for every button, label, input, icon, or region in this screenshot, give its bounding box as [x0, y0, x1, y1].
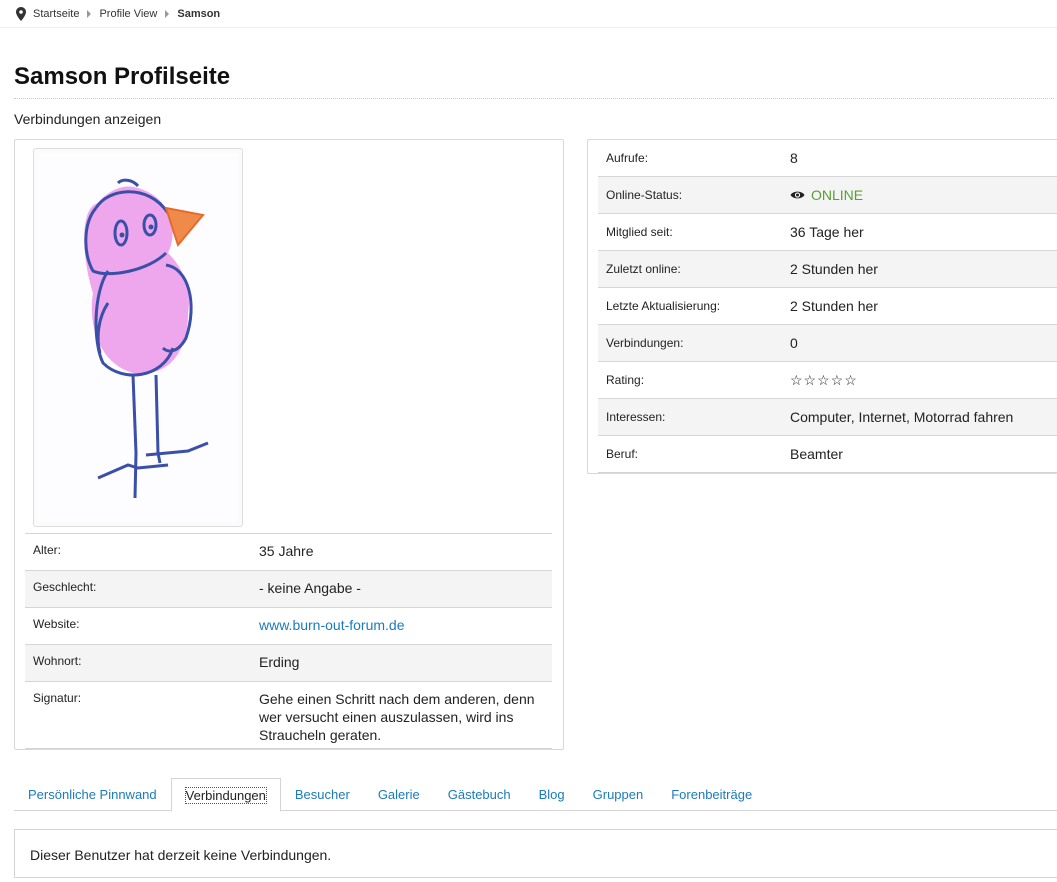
stat-value: ONLINE — [790, 176, 1057, 214]
breadcrumb-separator-icon — [165, 10, 170, 18]
top-divider — [0, 27, 1057, 28]
table-row: Geschlecht: - keine Angabe - — [25, 570, 552, 608]
tab-blog[interactable]: Blog — [525, 778, 579, 810]
tab-label: Persönliche Pinnwand — [28, 787, 157, 802]
info-value: Erding — [259, 644, 552, 682]
stat-value: 2 Stunden her — [790, 250, 1057, 288]
table-row: Letzte Aktualisierung: 2 Stunden her — [598, 287, 1057, 325]
stat-label: Rating: — [598, 361, 790, 399]
bird-drawing-icon — [84, 178, 209, 499]
tab-label: Forenbeiträge — [671, 787, 753, 802]
table-row: Aufrufe: 8 — [598, 140, 1057, 177]
breadcrumb-current: Samson — [177, 8, 221, 20]
table-row: Website: www.burn-out-forum.de — [25, 607, 552, 645]
tab-gallery[interactable]: Galerie — [364, 778, 434, 810]
table-row: Online-Status: ONLINE — [598, 176, 1057, 214]
info-value: - keine Angabe - — [259, 570, 552, 608]
eye-icon — [790, 191, 805, 199]
tab-label: Besucher — [294, 787, 350, 802]
stat-label: Zuletzt online: — [598, 250, 790, 288]
signature-text: Gehe einen Schritt nach dem anderen, den… — [259, 681, 552, 749]
breadcrumb-home[interactable]: Startseite — [33, 8, 79, 20]
avatar — [33, 148, 243, 527]
profile-info-table: Alter: 35 Jahre Geschlecht: - keine Anga… — [25, 533, 552, 749]
table-row: Verbindungen: 0 — [598, 324, 1057, 362]
table-row: Rating: ☆☆☆☆☆ — [598, 361, 1057, 399]
stat-label: Beruf: — [598, 435, 790, 473]
stat-value: Beamter — [790, 435, 1057, 473]
tab-content: Dieser Benutzer hat derzeit keine Verbin… — [14, 829, 1057, 878]
tab-groups[interactable]: Gruppen — [579, 778, 658, 810]
stat-label: Letzte Aktualisierung: — [598, 287, 790, 325]
empty-connections-message: Dieser Benutzer hat derzeit keine Verbin… — [30, 847, 332, 863]
table-row: Beruf: Beamter — [598, 435, 1057, 473]
stat-label: Aufrufe: — [598, 140, 790, 177]
table-row: Signatur: Gehe einen Schritt nach dem an… — [25, 681, 552, 749]
info-label: Signatur: — [25, 681, 259, 749]
info-label: Alter: — [25, 533, 259, 571]
online-status-text: ONLINE — [811, 187, 864, 203]
table-row: Zuletzt online: 2 Stunden her — [598, 250, 1057, 288]
page-title: Samson Profilseite — [14, 63, 231, 90]
show-connections-link[interactable]: Verbindungen anzeigen — [14, 111, 161, 127]
avatar-image — [38, 153, 238, 522]
tab-visitors[interactable]: Besucher — [281, 778, 364, 810]
stat-value: 8 — [790, 140, 1057, 177]
stat-value: 2 Stunden her — [790, 287, 1057, 325]
stat-value: Computer, Internet, Motorrad fahren — [790, 398, 1057, 436]
stat-label: Online-Status: — [598, 176, 790, 214]
title-divider — [14, 98, 1054, 99]
tab-label: Gruppen — [592, 787, 644, 802]
table-row: Wohnort: Erding — [25, 644, 552, 682]
tab-label: Galerie — [377, 787, 420, 802]
profile-tabs: Persönliche Pinnwand Verbindungen Besuch… — [14, 778, 1057, 812]
breadcrumb: Startseite Profile View Samson — [16, 6, 220, 22]
stat-value: 36 Tage her — [790, 213, 1057, 251]
stat-value: 0 — [790, 324, 1057, 362]
stat-label: Mitglied seit: — [598, 213, 790, 251]
map-pin-icon — [16, 7, 26, 21]
tab-forum-posts[interactable]: Forenbeiträge — [657, 778, 766, 810]
tab-guestbook[interactable]: Gästebuch — [434, 778, 525, 810]
tab-personal-wall[interactable]: Persönliche Pinnwand — [14, 778, 171, 810]
online-status: ONLINE — [790, 187, 863, 203]
rating-stars[interactable]: ☆☆☆☆☆ — [790, 361, 1057, 399]
table-row: Alter: 35 Jahre — [25, 533, 552, 571]
tab-label: Gästebuch — [447, 787, 511, 802]
stats-table: Aufrufe: 8 Online-Status: ONLINE Mitglie… — [598, 140, 1057, 473]
info-label: Geschlecht: — [25, 570, 259, 608]
breadcrumb-separator-icon — [87, 10, 92, 18]
info-label: Wohnort: — [25, 644, 259, 682]
tab-label: Verbindungen — [184, 787, 267, 804]
table-row: Interessen: Computer, Internet, Motorrad… — [598, 398, 1057, 436]
table-row: Mitglied seit: 36 Tage her — [598, 213, 1057, 251]
breadcrumb-profile-view[interactable]: Profile View — [99, 8, 157, 20]
stat-label: Interessen: — [598, 398, 790, 436]
tab-label: Blog — [538, 787, 565, 802]
stats-panel: Aufrufe: 8 Online-Status: ONLINE Mitglie… — [587, 139, 1057, 474]
website-link[interactable]: www.burn-out-forum.de — [259, 607, 552, 645]
info-value: 35 Jahre — [259, 533, 552, 571]
tab-connections[interactable]: Verbindungen — [170, 778, 281, 812]
stat-label: Verbindungen: — [598, 324, 790, 362]
info-label: Website: — [25, 607, 259, 645]
profile-panel: Alter: 35 Jahre Geschlecht: - keine Anga… — [14, 139, 564, 750]
